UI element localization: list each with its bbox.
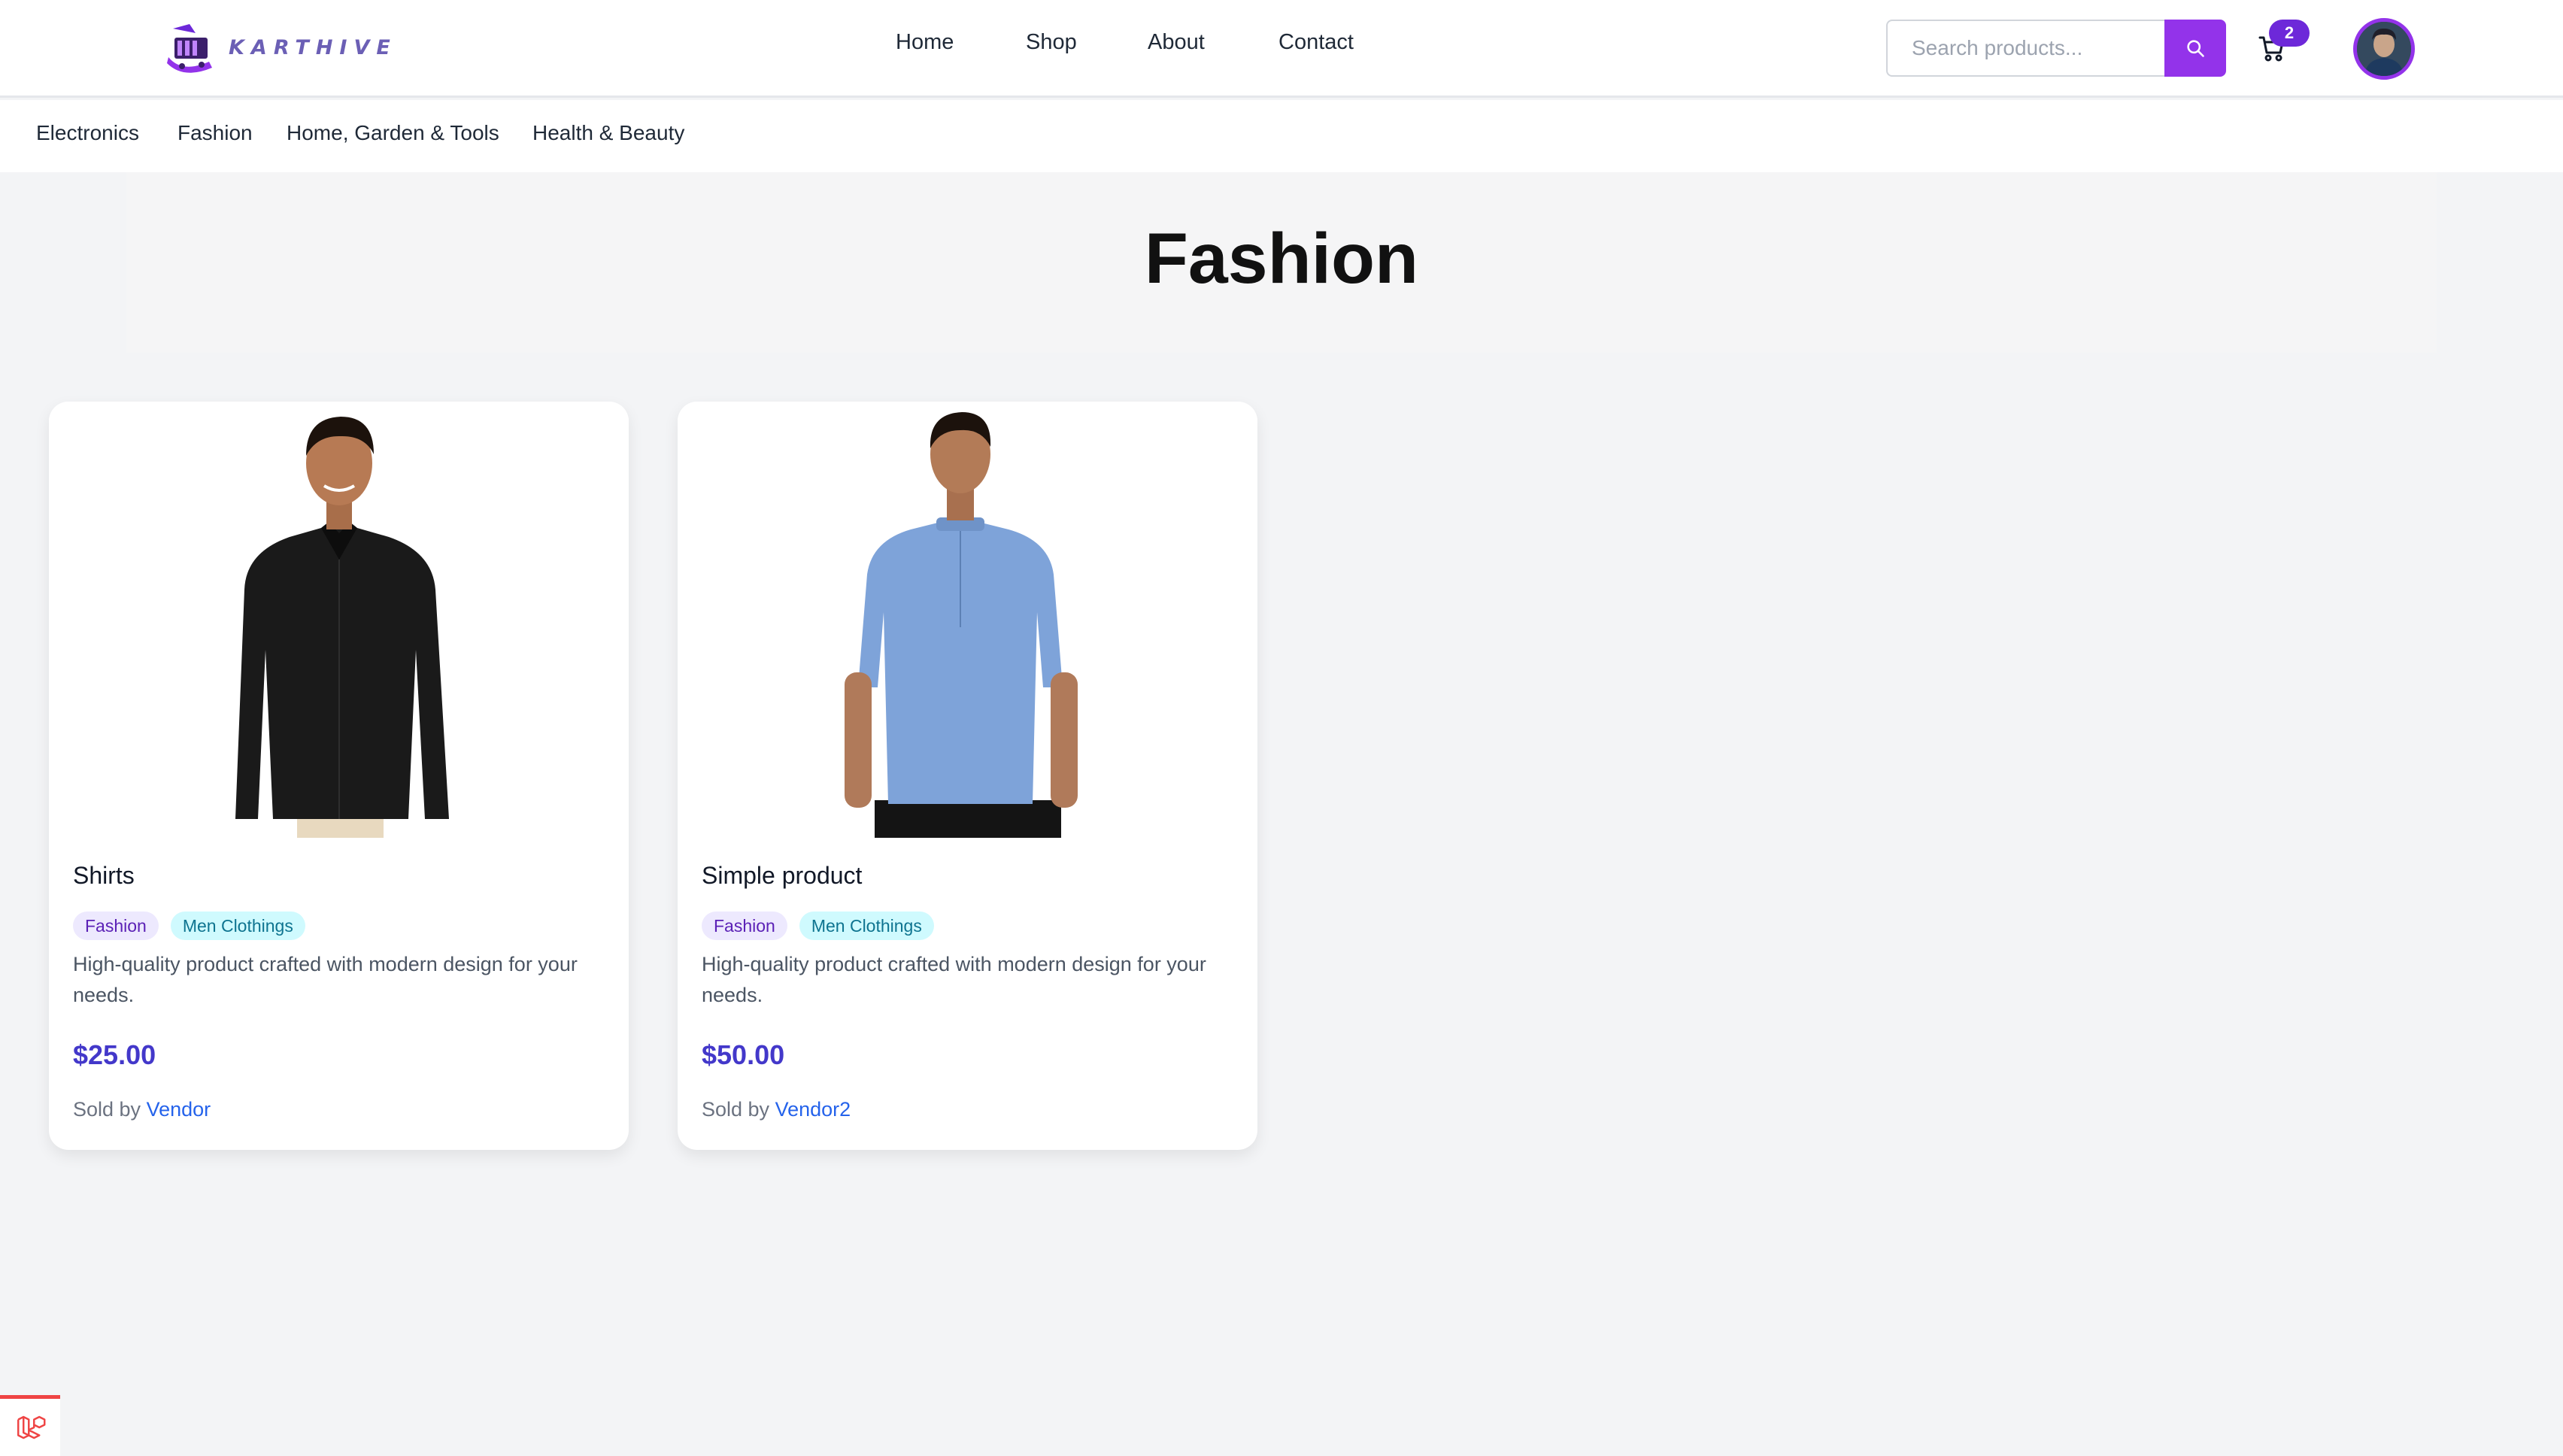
search-form (1886, 20, 2226, 77)
vendor-link[interactable]: Vendor (147, 1098, 211, 1121)
product-description: High-quality product crafted with modern… (73, 953, 578, 1006)
product-price: $50.00 (702, 1039, 785, 1070)
vendor-link[interactable]: Vendor2 (775, 1098, 851, 1121)
search-button[interactable] (2164, 20, 2226, 77)
sold-by-label: Sold by (702, 1098, 770, 1121)
logo-icon (167, 24, 212, 73)
search-icon (2187, 40, 2204, 57)
product-title[interactable]: Shirts (73, 862, 135, 890)
nav-about[interactable]: About (1148, 30, 1205, 55)
brand-logo[interactable]: KARTHIVE (167, 21, 397, 74)
nav-home[interactable]: Home (896, 30, 954, 55)
product-title[interactable]: Simple product (702, 862, 862, 890)
category-tag[interactable]: Fashion (73, 912, 159, 940)
product-image[interactable] (49, 402, 629, 838)
category-health-beauty[interactable]: Health & Beauty (532, 121, 684, 145)
product-seller: Sold by Vendor (73, 1098, 211, 1121)
product-price: $25.00 (73, 1039, 156, 1070)
search-input[interactable] (1886, 20, 2164, 77)
avatar-image (2357, 22, 2411, 76)
category-fashion[interactable]: Fashion (177, 121, 253, 145)
brand-name: KARTHIVE (229, 35, 397, 59)
category-bar: Electronics Fashion Home, Garden & Tools… (0, 100, 2563, 172)
subcategory-tag[interactable]: Men Clothings (799, 912, 934, 940)
product-card[interactable]: Shirts Fashion Men Clothings High-qualit… (49, 402, 629, 1150)
page-title: Fashion (1144, 218, 1419, 299)
laravel-icon (17, 1415, 46, 1439)
page-header: Fashion (126, 172, 2437, 353)
subcategory-tag[interactable]: Men Clothings (170, 912, 305, 940)
category-home-garden-tools[interactable]: Home, Garden & Tools (287, 121, 499, 145)
product-card[interactable]: Simple product Fashion Men Clothings Hig… (678, 402, 1257, 1150)
category-electronics[interactable]: Electronics (36, 121, 139, 145)
product-seller: Sold by Vendor2 (702, 1098, 851, 1121)
user-avatar[interactable] (2353, 18, 2415, 80)
nav-shop[interactable]: Shop (1026, 30, 1077, 55)
debugbar-toggle[interactable] (0, 1395, 60, 1456)
product-tags: Fashion Men Clothings (702, 912, 934, 940)
category-tag[interactable]: Fashion (702, 912, 787, 940)
sold-by-label: Sold by (73, 1098, 141, 1121)
nav-contact[interactable]: Contact (1278, 30, 1354, 55)
top-navbar: KARTHIVE Home Shop About Contact 2 (0, 0, 2563, 98)
product-description: High-quality product crafted with modern… (702, 953, 1206, 1006)
product-tags: Fashion Men Clothings (73, 912, 305, 940)
cart-count-badge: 2 (2269, 20, 2310, 47)
product-image[interactable] (678, 402, 1257, 838)
